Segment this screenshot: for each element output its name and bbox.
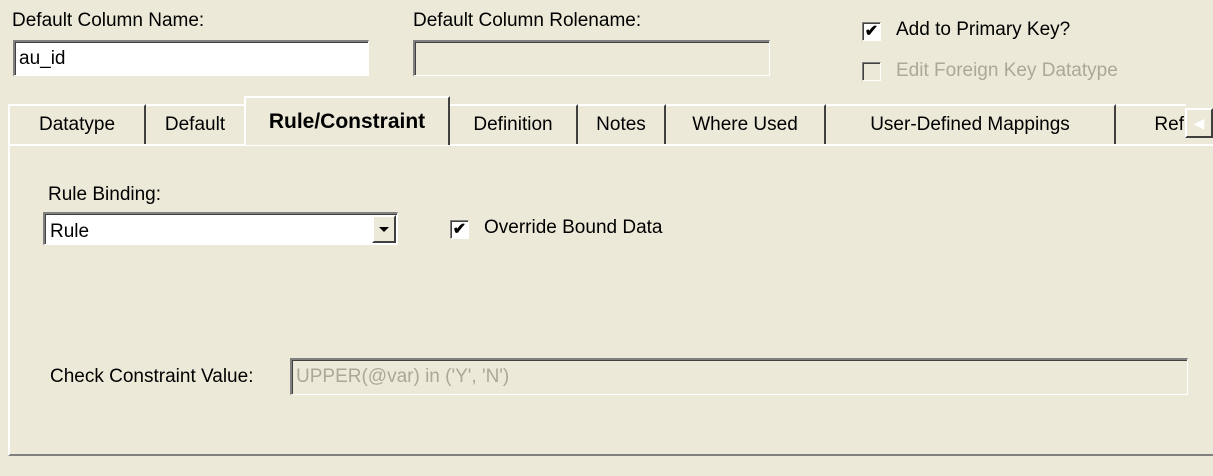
edit-foreign-key-datatype-label: Edit Foreign Key Datatype — [896, 60, 1118, 81]
check-constraint-value-field: UPPER(@var) in ('Y', 'N') — [290, 358, 1188, 395]
add-to-primary-key-checkbox[interactable]: ✔ — [862, 22, 881, 41]
tab-scroll-left-icon: ◀ — [1193, 114, 1205, 131]
default-column-rolename-field — [413, 40, 770, 76]
tab-label: Ref — [1154, 114, 1184, 135]
check-constraint-value-label: Check Constraint Value: — [50, 366, 254, 387]
rule-binding-dropdown-button[interactable] — [372, 215, 396, 243]
edit-foreign-key-datatype-checkbox — [862, 62, 881, 81]
tab-label: User-Defined Mappings — [870, 114, 1070, 135]
tab-datatype[interactable]: Datatype — [8, 104, 146, 144]
tab-ref[interactable]: Ref — [1116, 104, 1186, 144]
default-column-rolename-label: Default Column Rolename: — [413, 10, 642, 31]
tab-label: Datatype — [38, 114, 116, 135]
default-column-name-label: Default Column Name: — [12, 10, 205, 31]
tab-definition[interactable]: Definition — [450, 104, 578, 144]
tab-label: Notes — [596, 114, 646, 135]
rule-binding-label: Rule Binding: — [48, 184, 162, 205]
chevron-down-icon — [379, 226, 389, 232]
default-column-name-value: au_id — [19, 48, 66, 69]
tab-rule-constraint[interactable]: Rule/Constraint — [244, 96, 450, 145]
rule-binding-value: Rule — [50, 221, 90, 242]
tab-label: Definition — [473, 114, 553, 135]
default-column-name-field[interactable]: au_id — [13, 40, 369, 76]
tab-where-used[interactable]: Where Used — [666, 104, 826, 144]
tab-default[interactable]: Default — [146, 104, 246, 144]
tab-strip: Datatype Default Rule/Constraint Definit… — [8, 96, 1213, 145]
tab-scroll-left-button[interactable]: ◀ — [1185, 108, 1213, 138]
checkmark-icon: ✔ — [864, 22, 879, 40]
check-constraint-value: UPPER(@var) in ('Y', 'N') — [296, 366, 510, 387]
tab-notes[interactable]: Notes — [578, 104, 666, 144]
tab-label: Rule/Constraint — [268, 109, 426, 133]
tab-label: Default — [164, 114, 226, 135]
checkmark-icon: ✔ — [452, 220, 467, 238]
override-bound-data-label[interactable]: Override Bound Data — [484, 217, 663, 239]
add-to-primary-key-label[interactable]: Add to Primary Key? — [896, 19, 1070, 41]
tab-user-defined-mappings[interactable]: User-Defined Mappings — [826, 104, 1116, 144]
rule-binding-dropdown[interactable]: Rule — [43, 212, 398, 245]
tab-label: Where Used — [692, 114, 798, 135]
override-bound-data-checkbox[interactable]: ✔ — [450, 220, 469, 239]
rule-constraint-panel — [8, 144, 1213, 456]
